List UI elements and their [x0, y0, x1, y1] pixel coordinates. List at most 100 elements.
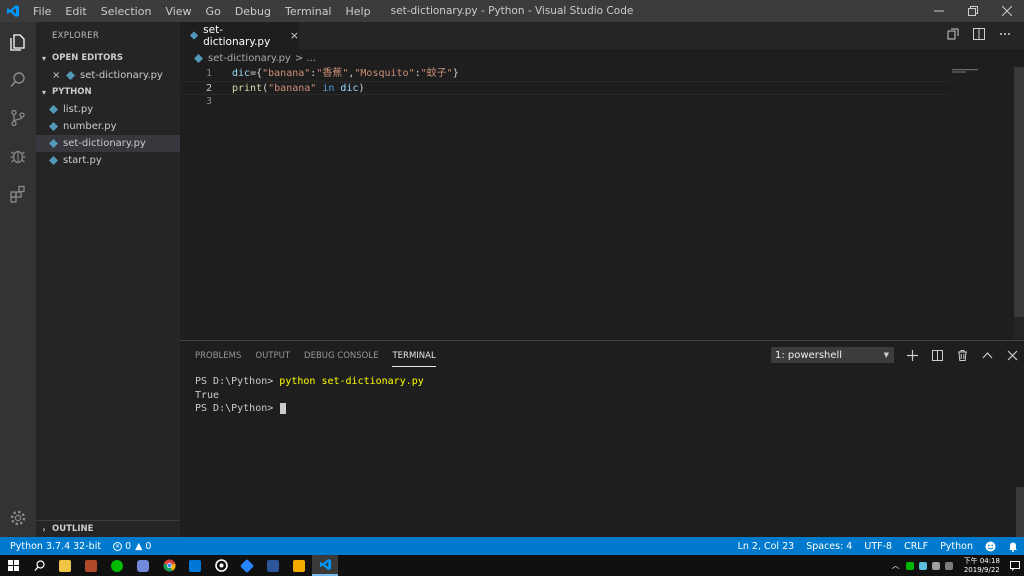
- split-editor-button[interactable]: [966, 28, 992, 43]
- kill-terminal-button[interactable]: [950, 345, 975, 365]
- file-item-start[interactable]: start.py: [36, 152, 180, 169]
- system-clock[interactable]: 下午 04:18 2019/9/22: [964, 557, 1000, 575]
- sourcetree-icon: [239, 558, 255, 573]
- line-tray-icon[interactable]: [905, 561, 914, 570]
- menu-selection[interactable]: Selection: [94, 5, 159, 18]
- code-line[interactable]: 1 dic={"banana":"香蕉","Mosquito":"蚊子"}: [180, 67, 950, 81]
- notifications-button[interactable]: [1008, 541, 1018, 552]
- open-changes-button[interactable]: [940, 28, 966, 43]
- menu-terminal[interactable]: Terminal: [278, 5, 339, 18]
- maximize-panel-button[interactable]: [975, 345, 1000, 365]
- menu-go[interactable]: Go: [199, 5, 228, 18]
- file-item-set-dictionary[interactable]: set-dictionary.py: [36, 135, 180, 152]
- close-panel-button[interactable]: [1000, 345, 1024, 365]
- taskbar-app-circle[interactable]: [208, 555, 234, 576]
- minimize-icon: [934, 10, 944, 12]
- tab-terminal[interactable]: TERMINAL: [392, 345, 436, 367]
- error-count: 0: [125, 540, 132, 552]
- python-interpreter[interactable]: Python 3.7.4 32-bit: [10, 541, 101, 552]
- close-icon: [1007, 350, 1018, 360]
- taskbar-notes[interactable]: [286, 555, 312, 576]
- source-control-button[interactable]: [0, 100, 36, 136]
- code-line[interactable]: 2 print("banana" in dic): [180, 81, 950, 95]
- code-token: in: [322, 83, 335, 94]
- word-icon: [267, 559, 279, 572]
- close-window-button[interactable]: [990, 0, 1024, 22]
- taskbar-file-explorer[interactable]: [52, 555, 78, 576]
- close-tab-icon[interactable]: ×: [290, 29, 299, 42]
- outline-label: OUTLINE: [52, 523, 94, 534]
- minimize-button[interactable]: [922, 0, 956, 22]
- more-actions-button[interactable]: [992, 28, 1018, 43]
- problems-indicator[interactable]: ✕ 0 ▲ 0: [113, 541, 151, 552]
- tab-problems[interactable]: PROBLEMS: [195, 341, 241, 371]
- taskbar-search-button[interactable]: [26, 555, 52, 576]
- breadcrumb-file[interactable]: set-dictionary.py: [208, 53, 291, 64]
- start-button[interactable]: [0, 555, 26, 576]
- media-player-icon: [85, 559, 97, 572]
- manage-button[interactable]: [0, 500, 36, 536]
- language-mode[interactable]: Python: [940, 541, 973, 552]
- taskbar-vscode[interactable]: [312, 555, 338, 576]
- restore-button[interactable]: [956, 0, 990, 22]
- open-editors-section[interactable]: ▾ OPEN EDITORS: [36, 50, 180, 67]
- tab-output[interactable]: OUTPUT: [255, 341, 290, 371]
- tab-debug-console[interactable]: DEBUG CONSOLE: [304, 341, 378, 371]
- scrollbar-thumb[interactable]: [1014, 67, 1024, 317]
- terminal-scrollbar[interactable]: [1016, 487, 1024, 537]
- menu-view[interactable]: View: [158, 5, 198, 18]
- split-terminal-button[interactable]: [925, 345, 950, 365]
- terminal-selector[interactable]: 1: powershell ▼: [771, 347, 894, 363]
- feedback-button[interactable]: [985, 541, 996, 552]
- terminal-line: PS D:\Python>: [195, 402, 424, 416]
- taskbar-mail[interactable]: [182, 555, 208, 576]
- taskbar-word[interactable]: [260, 555, 286, 576]
- code-editor[interactable]: 1 dic={"banana":"香蕉","Mosquito":"蚊子"} 2 pri…: [180, 67, 1024, 339]
- menu-bar: File Edit Selection View Go Debug Termin…: [26, 0, 378, 22]
- network-tray-icon[interactable]: [918, 561, 927, 570]
- action-center-button[interactable]: [1006, 555, 1024, 576]
- code-line[interactable]: 3: [180, 95, 950, 109]
- indentation[interactable]: Spaces: 4: [806, 541, 852, 552]
- editor-scrollbar[interactable]: [1014, 67, 1024, 339]
- chevron-down-icon: ▾: [41, 88, 46, 97]
- menu-file[interactable]: File: [26, 5, 58, 18]
- minimap[interactable]: [950, 67, 1014, 97]
- new-terminal-button[interactable]: [900, 345, 925, 365]
- tray-overflow-icon[interactable]: ︿: [892, 560, 900, 571]
- close-editor-icon[interactable]: ×: [52, 67, 66, 84]
- breadcrumb-more[interactable]: > ...: [295, 53, 316, 64]
- file-item-list[interactable]: list.py: [36, 101, 180, 118]
- extensions-button[interactable]: [0, 176, 36, 212]
- menu-debug[interactable]: Debug: [228, 5, 278, 18]
- terminal-line: PS D:\Python> python set-dictionary.py: [195, 375, 424, 389]
- bottom-panel: PROBLEMS OUTPUT DEBUG CONSOLE TERMINAL 1…: [180, 340, 1024, 537]
- menu-edit[interactable]: Edit: [58, 5, 93, 18]
- cursor-position[interactable]: Ln 2, Col 23: [738, 541, 795, 552]
- line-ending[interactable]: CRLF: [904, 541, 928, 552]
- taskbar-sourcetree[interactable]: [234, 555, 260, 576]
- explorer-button[interactable]: [0, 24, 36, 60]
- debug-button[interactable]: [0, 138, 36, 174]
- taskbar-media-player[interactable]: [78, 555, 104, 576]
- editor-tab[interactable]: set-dictionary.py ×: [180, 22, 299, 49]
- taskbar-discord[interactable]: [130, 555, 156, 576]
- file-item-number[interactable]: number.py: [36, 118, 180, 135]
- code-token: print: [232, 83, 263, 94]
- taskbar-chrome[interactable]: [156, 555, 182, 576]
- open-editor-item[interactable]: × set-dictionary.py: [36, 67, 180, 84]
- terminal-output[interactable]: PS D:\Python> python set-dictionary.py T…: [195, 375, 424, 416]
- encoding[interactable]: UTF-8: [864, 541, 892, 552]
- input-method-icon[interactable]: [944, 561, 953, 570]
- code-token: "banana": [262, 68, 311, 79]
- editor-actions: [940, 22, 1018, 49]
- search-button[interactable]: [0, 62, 36, 98]
- menu-help[interactable]: Help: [339, 5, 378, 18]
- split-editor-icon: [973, 28, 985, 40]
- plus-icon: [907, 349, 918, 361]
- python-file-icon: [194, 53, 203, 63]
- outline-section[interactable]: › OUTLINE: [36, 520, 180, 537]
- python-folder-section[interactable]: ▾ PYTHON: [36, 84, 180, 101]
- taskbar-line[interactable]: [104, 555, 130, 576]
- volume-icon[interactable]: [931, 561, 940, 570]
